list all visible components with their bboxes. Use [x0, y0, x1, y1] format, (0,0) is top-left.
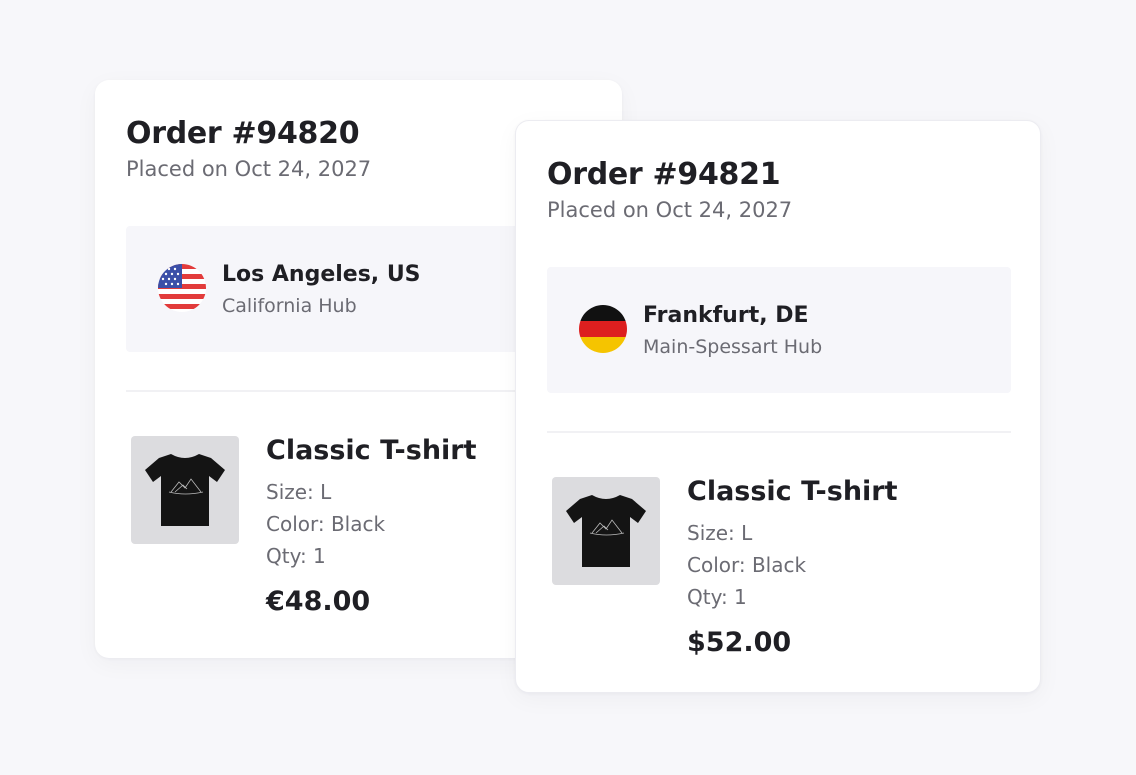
order-title: Order #94820 [126, 116, 360, 151]
hub-city: Los Angeles, US [222, 262, 421, 287]
product-qty: Qty: 1 [266, 544, 326, 568]
hub-name: Main-Spessart Hub [643, 336, 823, 358]
tshirt-icon [566, 495, 646, 567]
product-image[interactable] [552, 477, 660, 585]
product-name: Classic T-shirt [266, 435, 477, 466]
hub-city: Frankfurt, DE [643, 303, 809, 328]
order-title: Order #94821 [547, 157, 781, 192]
product-color: Color: Black [687, 553, 807, 577]
hub-location: Frankfurt, DE Main-Spessart Hub [547, 267, 1011, 393]
product-name: Classic T-shirt [687, 476, 898, 507]
product-color: Color: Black [266, 512, 386, 536]
product-size: Size: L [687, 521, 753, 545]
product-size: Size: L [266, 480, 332, 504]
order-placed-date: Placed on Oct 24, 2027 [126, 157, 372, 181]
tshirt-icon [145, 454, 225, 526]
de-flag-icon [579, 305, 627, 353]
product-price: €48.00 [266, 586, 371, 617]
order-placed-date: Placed on Oct 24, 2027 [547, 198, 793, 222]
hub-name: California Hub [222, 295, 357, 317]
product-qty: Qty: 1 [687, 585, 747, 609]
product-image[interactable] [131, 436, 239, 544]
us-flag-icon [158, 264, 206, 312]
product-price: $52.00 [687, 627, 792, 658]
divider [547, 431, 1011, 433]
order-card-94821[interactable]: Order #94821 Placed on Oct 24, 2027 Fran… [515, 120, 1041, 693]
